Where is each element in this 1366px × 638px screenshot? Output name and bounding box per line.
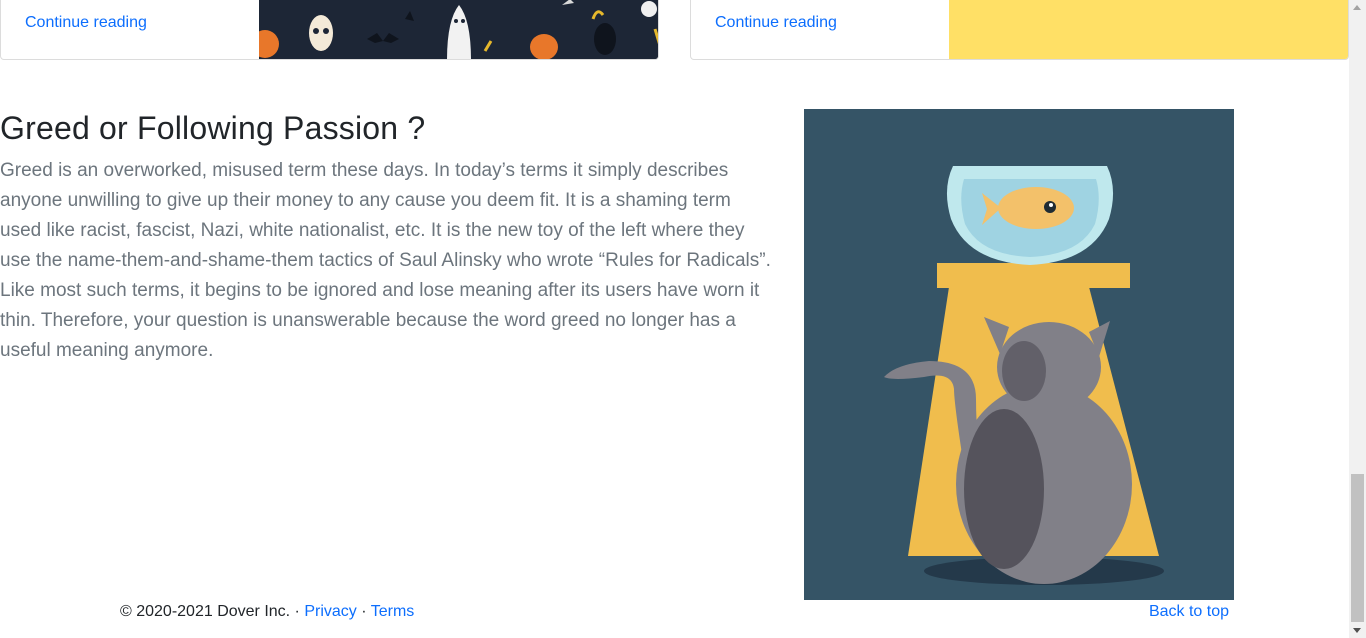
vertical-scrollbar[interactable] xyxy=(1349,0,1366,638)
terms-link[interactable]: Terms xyxy=(371,603,415,620)
pumpkin-icon-2 xyxy=(530,34,558,59)
skull-icon xyxy=(309,15,333,51)
continue-reading-link-2[interactable]: Continue reading xyxy=(715,14,837,32)
halloween-thumbnail xyxy=(251,0,658,59)
cat-fishbowl-illustration xyxy=(804,109,1234,600)
cat-fishbowl-art xyxy=(804,109,1234,600)
article-title: Greed or Following Passion ? xyxy=(0,110,426,146)
article-body: Greed is an overworked, misused term the… xyxy=(0,160,771,361)
pedestal-top xyxy=(937,263,1130,288)
back-to-top-link[interactable]: Back to top xyxy=(1149,603,1229,621)
post-card-right: Continue reading xyxy=(690,0,1349,60)
copyright-text: © 2020-2021 Dover Inc. · xyxy=(120,603,305,620)
yellow-thumbnail xyxy=(949,0,1348,59)
continue-reading-link[interactable]: Continue reading xyxy=(25,14,147,32)
scroll-up-icon[interactable] xyxy=(1353,5,1361,10)
scroll-down-icon[interactable] xyxy=(1353,628,1361,633)
footer-separator: · xyxy=(356,603,371,620)
goldfish-icon xyxy=(998,187,1074,229)
scrollbar-thumb[interactable] xyxy=(1351,474,1364,622)
footer-copyright: © 2020-2021 Dover Inc. · Privacy · Terms xyxy=(120,603,414,621)
cat-silhouette-icon xyxy=(594,23,616,55)
halloween-thumbnail-art xyxy=(251,0,658,59)
privacy-link[interactable]: Privacy xyxy=(304,603,356,620)
post-card-left: Continue reading xyxy=(0,0,659,60)
